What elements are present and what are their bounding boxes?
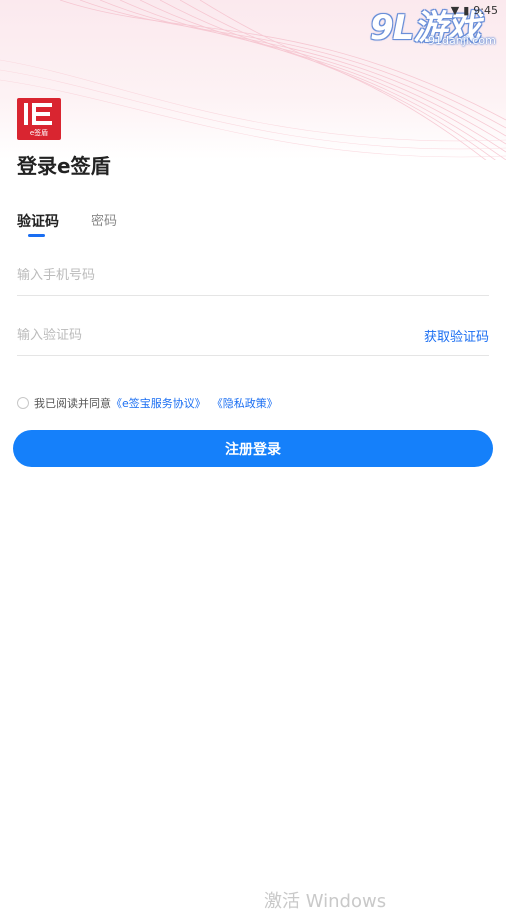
agreement-prefix: 我已阅读并同意 <box>34 397 111 410</box>
battery-icon: ▮ <box>463 3 470 17</box>
service-agreement-link[interactable]: 《e签宝服务协议》 <box>111 395 206 411</box>
privacy-policy-link[interactable]: 《隐私政策》 <box>212 395 278 411</box>
tab-password[interactable]: 密码 <box>91 212 117 232</box>
active-tab-indicator <box>28 234 45 237</box>
logo-caption: e签盾 <box>29 129 49 137</box>
logo-mark-icon <box>24 103 52 125</box>
app-logo: e签盾 <box>17 98 61 140</box>
status-time: 9:45 <box>473 3 498 17</box>
tab-label: 验证码 <box>17 214 59 230</box>
tab-label: 密码 <box>91 214 118 229</box>
agreement-row: 我已阅读并同意 《e签宝服务协议》 《隐私政策》 <box>17 395 278 411</box>
register-login-button[interactable]: 注册登录 <box>13 430 493 467</box>
phone-field-row <box>17 255 489 296</box>
page-title: 登录e签盾 <box>17 154 111 178</box>
phone-input[interactable] <box>17 267 489 283</box>
tab-verification-code[interactable]: 验证码 <box>17 212 59 237</box>
get-code-button[interactable]: 获取验证码 <box>424 326 489 345</box>
activate-windows-overlay: 激活 Windows <box>264 891 387 912</box>
login-tabs: 验证码 密码 <box>17 212 117 237</box>
status-bar: ▼ ▮ 9:45 <box>451 2 498 18</box>
wifi-icon: ▼ <box>450 3 460 17</box>
verification-code-input[interactable] <box>17 327 424 343</box>
agree-radio[interactable] <box>17 397 29 409</box>
watermark-domain: 91danji.com <box>428 34 496 47</box>
code-field-row: 获取验证码 <box>17 315 489 356</box>
